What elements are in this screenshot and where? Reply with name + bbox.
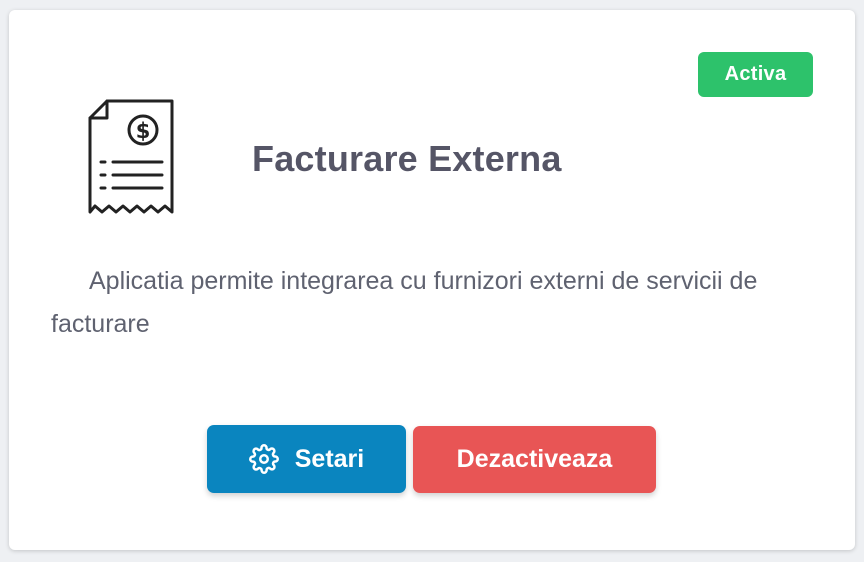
app-card: Activa $ Facturare Externa Aplicatia per… (9, 10, 855, 550)
deactivate-button-label: Dezactiveaza (456, 445, 613, 473)
svg-text:$: $ (136, 119, 151, 143)
settings-button[interactable]: Setari (207, 425, 406, 493)
status-badge: Activa (698, 52, 813, 97)
app-description: Aplicatia permite integrarea cu furnizor… (51, 267, 758, 338)
gear-icon (248, 444, 279, 474)
deactivate-button[interactable]: Dezactiveaza (413, 426, 656, 493)
page-title: Facturare Externa (252, 138, 562, 179)
settings-button-label: Setari (294, 444, 365, 473)
invoice-dollar-icon: $ (88, 99, 174, 214)
